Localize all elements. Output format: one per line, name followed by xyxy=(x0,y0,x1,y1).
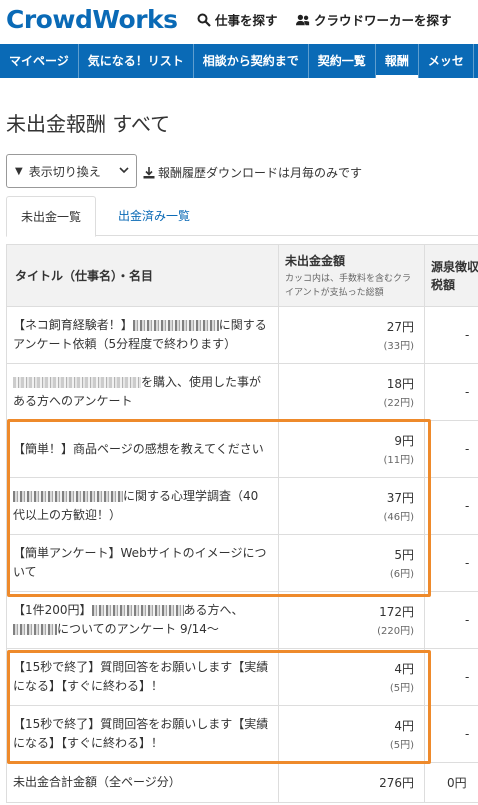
nav-messages[interactable]: メッセ xyxy=(419,44,474,78)
row-tax: - xyxy=(424,648,478,706)
table-row: を購入、使用した事がある方へのアンケート 18円 (22円) - xyxy=(6,363,478,421)
row-title-pre: 【簡単アンケート】Webサイトのイメージについて xyxy=(13,546,267,579)
amount-value: 4円 xyxy=(394,719,414,733)
amount-gross: (33円) xyxy=(383,341,414,352)
page-title: 未出金報酬 すべて xyxy=(6,112,171,136)
row-title-post: ある方へ、 xyxy=(183,603,244,617)
row-title-pre: 【簡単！】商品ページの感想を教えてください xyxy=(13,441,264,456)
amount-gross: (5円) xyxy=(389,740,414,751)
row-tax: - xyxy=(424,477,478,535)
main-nav: マイページ 気になる！リスト 相談から契約まで 契約一覧 報酬 メッセ xyxy=(0,44,478,78)
redacted-text xyxy=(132,320,219,331)
row-title[interactable]: 【15秒で終了】質問回答をお願いします【実績になる】【すぐに終わる】！ xyxy=(6,705,279,763)
amount-value: 9円 xyxy=(394,434,414,448)
row-amount: 27円 (33円) xyxy=(278,306,425,364)
total-tax: 0円 xyxy=(424,762,478,803)
find-work-label: 仕事を探す xyxy=(215,13,278,28)
row-title[interactable]: 【ネコ飼育経験者！】 に関するアンケート依頼（5分程度で終わります） xyxy=(6,306,279,364)
amount-value: 5円 xyxy=(394,548,414,562)
row-amount: 18円 (22円) xyxy=(278,363,425,421)
tab-bar: 未出金一覧 出金済み一覧 xyxy=(6,196,478,237)
download-note-text: 報酬履歴ダウンロードは月毎のみです xyxy=(158,166,363,180)
amount-value: 18円 xyxy=(386,377,414,391)
rewards-table: タイトル（仕事名）・名目 未出金金額 カッコ内は、手数料を含むクライアントが支払… xyxy=(6,244,478,803)
row-title[interactable]: に関する心理学調査（40代以上の方歓迎！） xyxy=(6,477,279,535)
row-tax: - xyxy=(424,591,478,649)
nav-contracts[interactable]: 契約一覧 xyxy=(309,44,376,78)
redacted-text xyxy=(13,624,57,635)
download-note: 報酬履歴ダウンロードは月毎のみです xyxy=(143,164,362,181)
row-title-pre: 【15秒で終了】質問回答をお願いします【実績になる】【すぐに終わる】！ xyxy=(13,717,269,750)
total-amount: 276円 xyxy=(278,762,425,803)
header-title: タイトル（仕事名）・名目 xyxy=(6,244,279,307)
table-row: 【簡単アンケート】Webサイトのイメージについて 5円 (6円) - xyxy=(6,534,478,592)
tab-unpaid[interactable]: 未出金一覧 xyxy=(6,196,97,237)
amount-value: 4円 xyxy=(394,662,414,676)
nav-rewards[interactable]: 報酬 xyxy=(375,44,419,78)
table-row: 【15秒で終了】質問回答をお願いします【実績になる】【すぐに終わる】！ 4円 (5… xyxy=(6,648,478,706)
row-amount: 9円 (11円) xyxy=(278,420,425,478)
table-header-row: タイトル（仕事名）・名目 未出金金額 カッコ内は、手数料を含むクライアントが支払… xyxy=(6,244,478,307)
display-toggle-select[interactable]: ▼ 表示切り換え xyxy=(6,154,137,188)
find-workers-link[interactable]: クラウドワーカーを探す xyxy=(296,10,452,29)
row-title-pre: 【15秒で終了】質問回答をお願いします【実績になる】【すぐに終わる】！ xyxy=(13,660,269,693)
redacted-text xyxy=(13,491,123,502)
row-title[interactable]: 【簡単！】商品ページの感想を教えてください xyxy=(6,420,279,478)
amount-value: 37円 xyxy=(386,491,414,505)
table-row: に関する心理学調査（40代以上の方歓迎！） 37円 (46円) - xyxy=(6,477,478,535)
table-row: 【15秒で終了】質問回答をお願いします【実績になる】【すぐに終わる】！ 4円 (5… xyxy=(6,705,478,763)
site-header: CrowdWorks 仕事を探す クラウドワーカーを探す xyxy=(0,0,478,44)
amount-gross: (220円) xyxy=(377,626,414,637)
total-label: 未出金合計金額（全ページ分） xyxy=(6,762,279,803)
find-work-link[interactable]: 仕事を探す xyxy=(197,10,278,29)
header-amount-label: 未出金金額 xyxy=(285,253,346,268)
header-amount: 未出金金額 カッコ内は、手数料を含むクライアントが支払った総額 xyxy=(278,244,425,307)
amount-value: 172円 xyxy=(379,605,414,619)
people-icon xyxy=(296,14,310,25)
row-tax: - xyxy=(424,363,478,421)
row-title[interactable]: を購入、使用した事がある方へのアンケート xyxy=(6,363,279,421)
row-title-post2: についてのアンケート 9/14〜 xyxy=(57,622,219,636)
row-amount: 4円 (5円) xyxy=(278,705,425,763)
table-row: 【1件200円】 ある方へ、についてのアンケート 9/14〜 172円 (220円)… xyxy=(6,591,478,649)
nav-mypage[interactable]: マイページ xyxy=(0,44,79,78)
select-label: 表示切り換え xyxy=(28,164,101,179)
amount-value: 27円 xyxy=(386,320,414,334)
amount-gross: (46円) xyxy=(383,512,414,523)
row-title[interactable]: 【1件200円】 ある方へ、についてのアンケート 9/14〜 xyxy=(6,591,279,649)
amount-gross: (22円) xyxy=(383,398,414,409)
amount-gross: (5円) xyxy=(389,683,414,694)
chevron-down-icon xyxy=(119,167,129,174)
search-icon xyxy=(197,13,211,27)
header-amount-note: カッコ内は、手数料を含むクライアントが支払った総額 xyxy=(285,273,412,298)
table-row: 【ネコ飼育経験者！】 に関するアンケート依頼（5分程度で終わります） 27円 (33… xyxy=(6,306,478,364)
find-workers-label: クラウドワーカーを探す xyxy=(314,13,452,28)
row-title-pre: 【ネコ飼育経験者！】 xyxy=(13,318,133,332)
row-amount: 4円 (5円) xyxy=(278,648,425,706)
row-amount: 5円 (6円) xyxy=(278,534,425,592)
row-tax: - xyxy=(424,705,478,763)
row-tax: - xyxy=(424,534,478,592)
header-tax: 源泉徴収税額 xyxy=(424,244,478,307)
tab-paid[interactable]: 出金済み一覧 xyxy=(104,196,204,236)
row-amount: 37円 (46円) xyxy=(278,477,425,535)
row-title[interactable]: 【15秒で終了】質問回答をお願いします【実績になる】【すぐに終わる】！ xyxy=(6,648,279,706)
amount-gross: (11円) xyxy=(383,455,414,466)
nav-watchlist[interactable]: 気になる！リスト xyxy=(79,44,194,78)
row-title-pre: 【1件200円】 xyxy=(13,603,92,617)
select-caret: ▼ xyxy=(15,165,23,177)
amount-gross: (6円) xyxy=(389,569,414,580)
row-amount: 172円 (220円) xyxy=(278,591,425,649)
redacted-text xyxy=(91,605,184,616)
redacted-text xyxy=(13,377,141,388)
table-row: 【簡単！】商品ページの感想を教えてください 9円 (11円) - xyxy=(6,420,478,478)
nav-consult[interactable]: 相談から契約まで xyxy=(194,44,309,78)
row-tax: - xyxy=(424,306,478,364)
row-tax: - xyxy=(424,420,478,478)
row-title[interactable]: 【簡単アンケート】Webサイトのイメージについて xyxy=(6,534,279,592)
download-icon xyxy=(143,166,155,178)
total-row: 未出金合計金額（全ページ分） 276円 0円 xyxy=(6,762,478,803)
crowdworks-logo[interactable]: CrowdWorks xyxy=(6,5,178,34)
